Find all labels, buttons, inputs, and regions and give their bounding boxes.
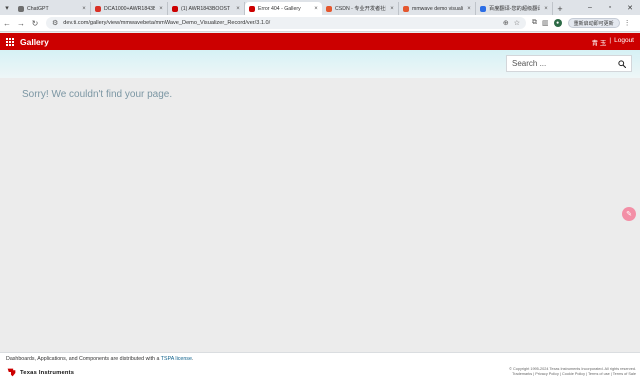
user-separator: | xyxy=(609,36,612,44)
url-omnibox[interactable]: ⚙ dev.ti.com/gallery/view/mmwavebeta/mmW… xyxy=(46,17,526,29)
bookmark-star-icon[interactable]: ☆ xyxy=(514,19,520,27)
search-band: Search ... xyxy=(0,50,640,78)
tab-favicon-icon xyxy=(95,5,101,12)
tab-favicon-icon xyxy=(249,5,255,12)
search-input[interactable]: Search ... xyxy=(506,55,632,72)
tab-close-icon[interactable]: × xyxy=(158,6,164,12)
tab-favicon-icon xyxy=(403,5,409,12)
tspa-license-link[interactable]: TSPA license xyxy=(161,356,192,362)
address-bar: ← → ↻ ⚙ dev.ti.com/gallery/view/mmwavebe… xyxy=(0,15,640,32)
forward-icon[interactable]: → xyxy=(14,19,28,28)
maximize-icon[interactable]: ▫ xyxy=(600,4,620,11)
browser-tab[interactable]: (1) AWR1843BOOST × xyxy=(168,2,245,15)
tab-favicon-icon xyxy=(326,5,332,12)
reload-icon[interactable]: ↻ xyxy=(28,19,42,28)
minimize-icon[interactable]: – xyxy=(580,4,600,11)
tab-close-icon[interactable]: × xyxy=(81,6,87,12)
window-controls: – ▫ ✕ xyxy=(580,0,640,15)
tab-label: ChatGPT xyxy=(27,5,49,12)
tab-close-icon[interactable]: × xyxy=(466,6,472,12)
tab-search-icon[interactable]: ▾ xyxy=(0,0,14,15)
tab-label: 百度翻译-您的超级翻译伙 xyxy=(489,6,540,12)
tab-close-icon[interactable]: × xyxy=(389,6,395,12)
new-tab-button[interactable]: + xyxy=(553,2,567,15)
tab-label: CSDN - 专业开发者社区 xyxy=(335,6,386,12)
browser-tab-bar: ▾ ChatGPT × DCA1000+AWR1843BO × (1) AWR1843B… xyxy=(0,0,640,15)
tab-favicon-icon xyxy=(172,5,178,12)
tab-label: DCA1000+AWR1843BO xyxy=(104,5,155,12)
page-footer: Dashboards, Applications, and Components… xyxy=(0,352,640,383)
tab-close-icon[interactable]: × xyxy=(313,6,319,12)
back-icon[interactable]: ← xyxy=(0,19,14,28)
gallery-title[interactable]: Gallery xyxy=(20,37,49,47)
user-box: 青 玉 | Logout xyxy=(592,37,634,47)
update-button[interactable]: 重新启动即可更新 xyxy=(567,18,620,28)
tab-label: Error 404 - Gallery xyxy=(258,5,301,12)
ti-logo-icon xyxy=(7,368,16,377)
copyright-block: © Copyright 1995-2024 Texas Instruments … xyxy=(509,367,636,377)
apps-grid-icon[interactable] xyxy=(6,37,14,46)
tab-label: mmwave demo visuali xyxy=(412,5,463,12)
browser-tab[interactable]: DCA1000+AWR1843BO × xyxy=(91,2,168,15)
gallery-header: Gallery 青 玉 | Logout xyxy=(0,33,640,50)
search-icon[interactable] xyxy=(618,59,626,68)
not-found-message: Sorry! We couldn't find your page. xyxy=(22,89,173,100)
tab-label: (1) AWR1843BOOST xyxy=(181,5,231,12)
browser-tab[interactable]: Error 404 - Gallery × xyxy=(245,2,322,15)
license-text: Dashboards, Applications, and Components… xyxy=(6,356,160,362)
tab-close-icon[interactable]: × xyxy=(543,6,549,12)
extensions-area: ⧉ ▥ ● xyxy=(532,19,562,27)
profile-avatar[interactable]: ● xyxy=(553,19,562,27)
browser-tab[interactable]: ChatGPT × xyxy=(14,2,91,15)
floating-helper-icon[interactable]: ✎ xyxy=(622,207,636,221)
search-placeholder: Search ... xyxy=(512,59,547,68)
browser-menu-icon[interactable]: ⋮ xyxy=(624,19,631,27)
site-info-icon[interactable]: ⚙ xyxy=(52,19,58,27)
tab-strip: ChatGPT × DCA1000+AWR1843BO × (1) AWR1843BOO… xyxy=(14,2,553,15)
extensions-puzzle-icon[interactable]: ⧉ xyxy=(532,19,537,27)
tab-close-icon[interactable]: × xyxy=(235,6,241,12)
browser-tab[interactable]: mmwave demo visuali × xyxy=(399,2,476,15)
ti-logo[interactable]: Texas Instruments xyxy=(6,367,74,378)
sidebar-icon[interactable]: ▥ xyxy=(542,19,549,27)
logout-link[interactable]: Logout xyxy=(614,37,634,47)
license-end: . xyxy=(191,356,194,362)
ti-brand-name: Texas Instruments xyxy=(20,369,75,376)
tab-favicon-icon xyxy=(480,5,486,12)
legal-links[interactable]: Trademarks | Privacy Policy | Cookie Pol… xyxy=(509,372,636,377)
user-name[interactable]: 青 玉 xyxy=(592,37,607,47)
browser-tab[interactable]: 百度翻译-您的超级翻译伙× xyxy=(476,2,553,15)
license-notice: Dashboards, Applications, and Components… xyxy=(6,356,193,362)
close-window-icon[interactable]: ✕ xyxy=(620,4,640,12)
url-text: dev.ti.com/gallery/view/mmwavebeta/mmWav… xyxy=(63,20,271,26)
browser-tab[interactable]: CSDN - 专业开发者社区 × xyxy=(322,2,399,15)
zoom-icon[interactable]: ⊕ xyxy=(503,19,509,27)
tab-favicon-icon xyxy=(18,5,24,12)
